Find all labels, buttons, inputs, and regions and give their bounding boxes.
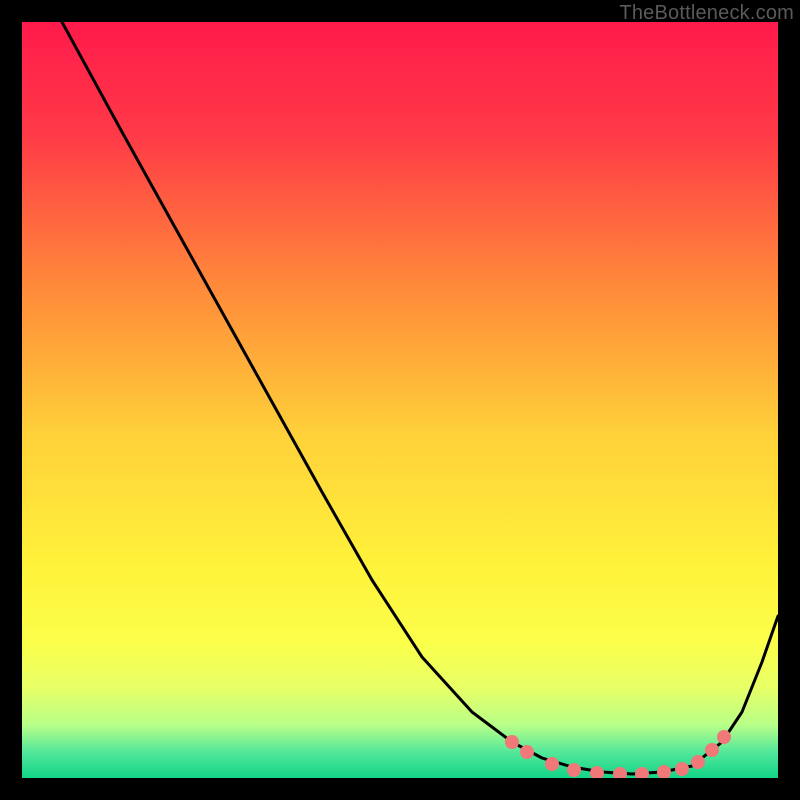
gradient-background — [22, 22, 778, 778]
chart-plot-area — [22, 22, 778, 778]
